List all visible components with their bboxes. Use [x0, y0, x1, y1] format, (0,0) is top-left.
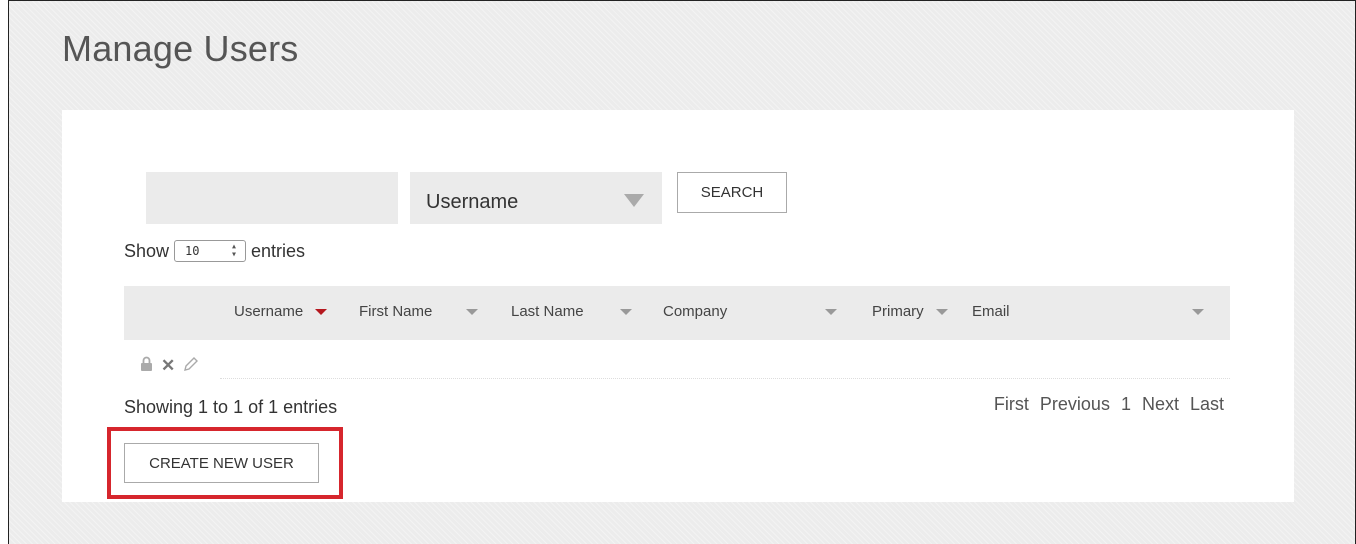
pager-next[interactable]: Next: [1142, 394, 1179, 415]
close-icon[interactable]: ✕: [161, 357, 175, 375]
column-label: Last Name: [511, 303, 584, 320]
column-label: Company: [663, 303, 728, 320]
create-new-user-button[interactable]: CREATE NEW USER: [124, 443, 319, 483]
search-button[interactable]: SEARCH: [677, 172, 787, 213]
dropdown-caret-icon: [624, 194, 644, 207]
sort-desc-icon: [315, 308, 328, 315]
column-header-username[interactable]: Username: [234, 303, 328, 320]
sort-icon: [466, 308, 479, 315]
lock-icon[interactable]: [140, 356, 153, 376]
sort-icon: [619, 308, 632, 315]
column-header-email[interactable]: Email: [972, 303, 1204, 320]
pagination: First Previous 1 Next Last: [994, 394, 1224, 415]
column-header-last-name[interactable]: Last Name: [511, 303, 632, 320]
column-header-primary[interactable]: Primary: [872, 303, 948, 320]
stepper-arrows-icon: ▴ ▾: [231, 241, 238, 260]
search-input[interactable]: [146, 172, 398, 224]
pager-previous[interactable]: Previous: [1040, 394, 1110, 415]
length-suffix: entries: [251, 240, 306, 261]
column-header-first-name[interactable]: First Name: [359, 303, 479, 320]
length-prefix: Show: [124, 240, 170, 261]
column-label: Email: [972, 303, 1010, 320]
entries-length-value: 10: [185, 244, 200, 258]
page-title: Manage Users: [62, 28, 299, 69]
pager-first[interactable]: First: [994, 394, 1029, 415]
sort-icon: [935, 308, 948, 315]
column-label: Primary: [872, 303, 924, 320]
pager-last[interactable]: Last: [1190, 394, 1224, 415]
column-label: First Name: [359, 303, 433, 320]
table-info: Showing 1 to 1 of 1 entries: [124, 397, 338, 417]
entries-length-select[interactable]: 10 ▴ ▾: [174, 240, 247, 262]
table-row-actions: ✕: [140, 356, 199, 376]
column-label: Username: [234, 303, 304, 320]
pager-page-1[interactable]: 1: [1121, 394, 1131, 415]
entries-length-control: Show 10 ▴ ▾ entries: [124, 240, 305, 262]
sort-icon: [1191, 308, 1204, 315]
table-header: Username First Name Last Name Company Pr…: [124, 286, 1230, 340]
search-field-select[interactable]: Username: [410, 172, 662, 224]
pencil-icon[interactable]: [183, 356, 199, 376]
table-row: [220, 378, 1230, 379]
sort-icon: [825, 308, 838, 315]
search-field-value: Username: [426, 190, 519, 213]
column-header-company[interactable]: Company: [663, 303, 838, 320]
